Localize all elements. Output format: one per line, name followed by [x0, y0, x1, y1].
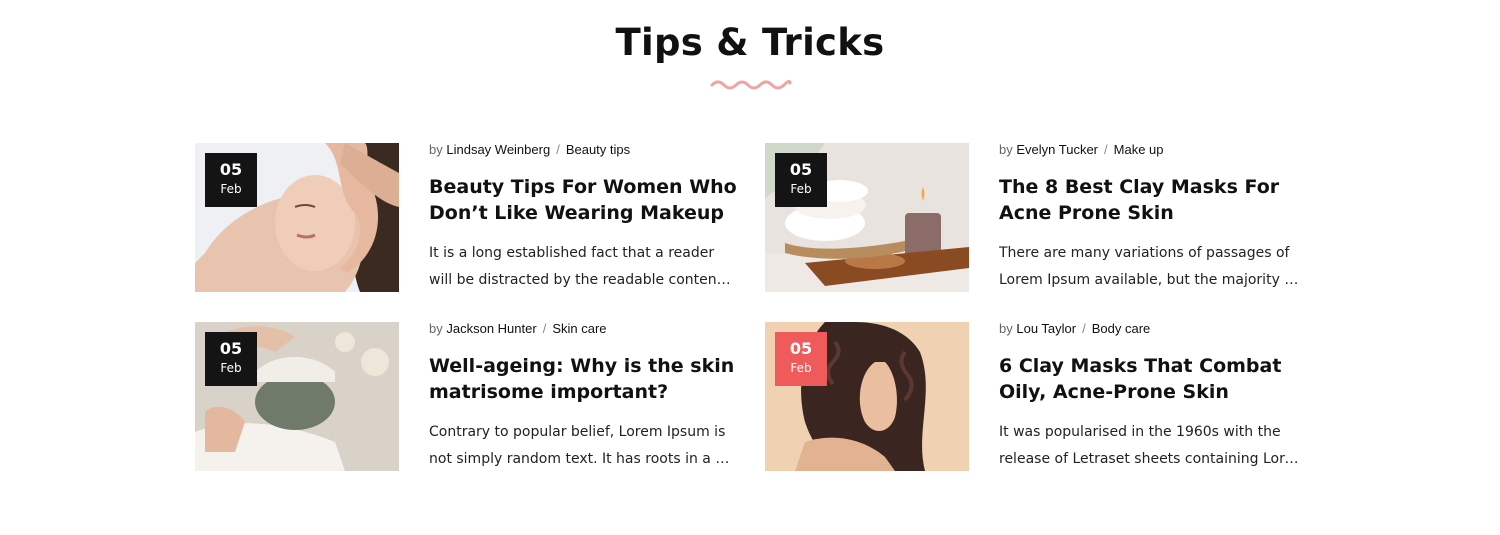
date-badge: 05 Feb: [205, 332, 257, 386]
curly-hair-woman-photo[interactable]: 05 Feb: [765, 322, 969, 471]
post-meta: by Evelyn Tucker / Make up: [999, 143, 1309, 157]
meta-separator: /: [542, 321, 547, 336]
date-day: 05: [219, 339, 243, 358]
blog-card[interactable]: 05 Feb by Jackson Hunter / Skin care Well-…: [195, 322, 735, 472]
excerpt-line: It is a long established fact that a rea…: [429, 245, 715, 261]
excerpt-line: not simply random text. It has roots in …: [429, 451, 735, 467]
card-body: by Lindsay Weinberg / Beauty tips Beauty T…: [429, 143, 739, 294]
date-badge: 05 Feb: [775, 332, 827, 386]
post-title-link[interactable]: Beauty Tips For Women Who Don’t Like Wea…: [429, 174, 739, 226]
author-link[interactable]: Jackson Hunter: [446, 321, 536, 336]
post-title-line: Beauty Tips For Women Who: [429, 176, 737, 198]
post-title-line: Oily, Acne-Prone Skin: [999, 381, 1229, 403]
post-title-link[interactable]: Well-ageing: Why is the skin matrisome i…: [429, 353, 739, 405]
card-body: by Jackson Hunter / Skin care Well-ageing:…: [429, 322, 739, 473]
post-excerpt: There are many variations of passages of…: [999, 240, 1309, 294]
author-link[interactable]: Lindsay Weinberg: [446, 142, 550, 157]
category-link[interactable]: Skin care: [552, 321, 606, 336]
post-excerpt: It was popularised in the 1960s with the…: [999, 419, 1309, 473]
face-massage-photo[interactable]: 05 Feb: [195, 143, 399, 292]
category-link[interactable]: Body care: [1092, 321, 1151, 336]
author-link[interactable]: Evelyn Tucker: [1016, 142, 1098, 157]
date-month: Feb: [220, 361, 242, 375]
post-excerpt: Contrary to popular belief, Lorem Ipsum …: [429, 419, 739, 473]
card-body: by Lou Taylor / Body care 6 Clay Masks Tha…: [999, 322, 1309, 473]
date-month: Feb: [790, 182, 812, 196]
post-excerpt: It is a long established fact that a rea…: [429, 240, 739, 294]
excerpt-line: Lorem Ipsum available, but the majority …: [999, 272, 1305, 288]
post-meta: by Lindsay Weinberg / Beauty tips: [429, 143, 739, 157]
excerpt-line: It was popularised in the 1960s with the: [999, 424, 1281, 440]
date-badge: 05 Feb: [205, 153, 257, 207]
meta-separator: /: [556, 142, 560, 157]
clay-face-mask-photo[interactable]: 05 Feb: [195, 322, 399, 471]
section-title: Tips & Tricks: [615, 21, 885, 64]
post-title-line: Don’t Like Wearing Makeup: [429, 202, 724, 224]
post-title-link[interactable]: 6 Clay Masks That Combat Oily, Acne-Pron…: [999, 353, 1309, 405]
excerpt-line: release of Letraset sheets containing Lo…: [999, 451, 1305, 467]
post-title-line: The 8 Best Clay Masks For: [999, 176, 1280, 198]
excerpt-line: Contrary to popular belief, Lorem Ipsum …: [429, 424, 726, 440]
post-meta: by Jackson Hunter / Skin care: [429, 322, 739, 336]
spa-towels-candle-photo[interactable]: 05 Feb: [765, 143, 969, 292]
post-title-line: Well-ageing: Why is the skin: [429, 355, 735, 377]
meta-separator: /: [1104, 142, 1108, 157]
post-title-link[interactable]: The 8 Best Clay Masks For Acne Prone Ski…: [999, 174, 1309, 226]
by-label: by: [429, 321, 443, 336]
by-label: by: [999, 142, 1013, 157]
by-label: by: [999, 321, 1013, 336]
by-label: by: [429, 142, 443, 157]
date-badge: 05 Feb: [775, 153, 827, 207]
blog-card[interactable]: 05 Feb by Evelyn Tucker / Make up The 8 Be…: [765, 143, 1305, 293]
post-title-line: Acne Prone Skin: [999, 202, 1174, 224]
excerpt-line: will be distracted by the readable conte…: [429, 272, 735, 288]
post-title-line: 6 Clay Masks That Combat: [999, 355, 1282, 377]
category-link[interactable]: Make up: [1114, 142, 1164, 157]
card-body: by Evelyn Tucker / Make up The 8 Best Clay…: [999, 143, 1309, 294]
date-month: Feb: [220, 182, 242, 196]
date-month: Feb: [790, 361, 812, 375]
date-day: 05: [789, 339, 813, 358]
excerpt-line: There are many variations of passages of: [999, 245, 1290, 261]
meta-separator: /: [1082, 321, 1086, 336]
category-link[interactable]: Beauty tips: [566, 142, 630, 157]
author-link[interactable]: Lou Taylor: [1016, 321, 1076, 336]
post-title-line: matrisome important?: [429, 381, 669, 403]
blog-card[interactable]: 05 Feb by Lou Taylor / Body care 6 Clay Ma…: [765, 322, 1305, 472]
date-day: 05: [789, 160, 813, 179]
blog-card[interactable]: 05 Feb by Lindsay Weinberg / Beauty tips B…: [195, 143, 737, 293]
date-day: 05: [219, 160, 243, 179]
wave-divider-icon: [710, 79, 792, 90]
post-meta: by Lou Taylor / Body care: [999, 322, 1309, 336]
